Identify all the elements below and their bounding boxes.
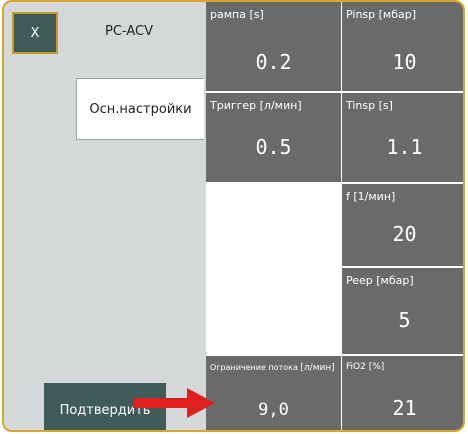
param-trigger-label: Триггер [л/мин] xyxy=(210,99,302,112)
param-flow-limit-label: Ограничение потока xyxy=(210,363,298,372)
param-fio2[interactable]: FiO2 [%] 21 xyxy=(342,356,463,430)
settings-window: X PC-ACV Осн.настройки Подтвердить рампа… xyxy=(2,0,465,432)
param-f-label: f [1/мин] xyxy=(346,190,396,203)
param-pinsp[interactable]: Pinsp [мбар] 10 xyxy=(342,2,463,91)
param-peep-value: 5 xyxy=(398,308,411,332)
param-trigger-value: 0.5 xyxy=(255,135,292,159)
param-flow-limit-unit: [л/мин] xyxy=(300,363,335,373)
param-ramp[interactable]: рампа [s] 0.2 xyxy=(206,2,341,91)
param-fio2-label: FiO2 [%] xyxy=(346,362,385,372)
param-tinsp-label: Tinsp [s] xyxy=(346,99,393,112)
param-pinsp-value: 10 xyxy=(392,50,417,74)
mode-title: PC-ACV xyxy=(105,24,153,39)
param-peep-label: Peep [мбар] xyxy=(346,274,414,287)
param-peep[interactable]: Peep [мбар] 5 xyxy=(342,268,463,354)
param-ramp-label: рампа [s] xyxy=(210,8,264,21)
param-ramp-value: 0.2 xyxy=(255,50,292,74)
param-f[interactable]: f [1/мин] 20 xyxy=(342,184,463,266)
red-arrow-icon xyxy=(133,388,215,418)
param-fio2-value: 21 xyxy=(392,396,417,420)
param-tinsp[interactable]: Tinsp [s] 1.1 xyxy=(342,93,463,182)
close-button[interactable]: X xyxy=(12,12,58,54)
close-icon: X xyxy=(30,25,40,41)
param-flow-limit[interactable]: Ограничение потока [л/мин] 9,0 xyxy=(206,356,341,430)
param-trigger[interactable]: Триггер [л/мин] 0.5 xyxy=(206,93,341,182)
left-panel: X PC-ACV Осн.настройки Подтвердить xyxy=(4,2,206,430)
tab-basic-settings[interactable]: Осн.настройки xyxy=(76,78,204,140)
param-f-value: 20 xyxy=(392,222,417,246)
param-pinsp-label: Pinsp [мбар] xyxy=(346,8,417,21)
tab-basic-settings-label: Осн.настройки xyxy=(89,101,192,117)
param-flow-limit-value: 9,0 xyxy=(258,400,289,420)
param-tinsp-value: 1.1 xyxy=(386,135,423,159)
